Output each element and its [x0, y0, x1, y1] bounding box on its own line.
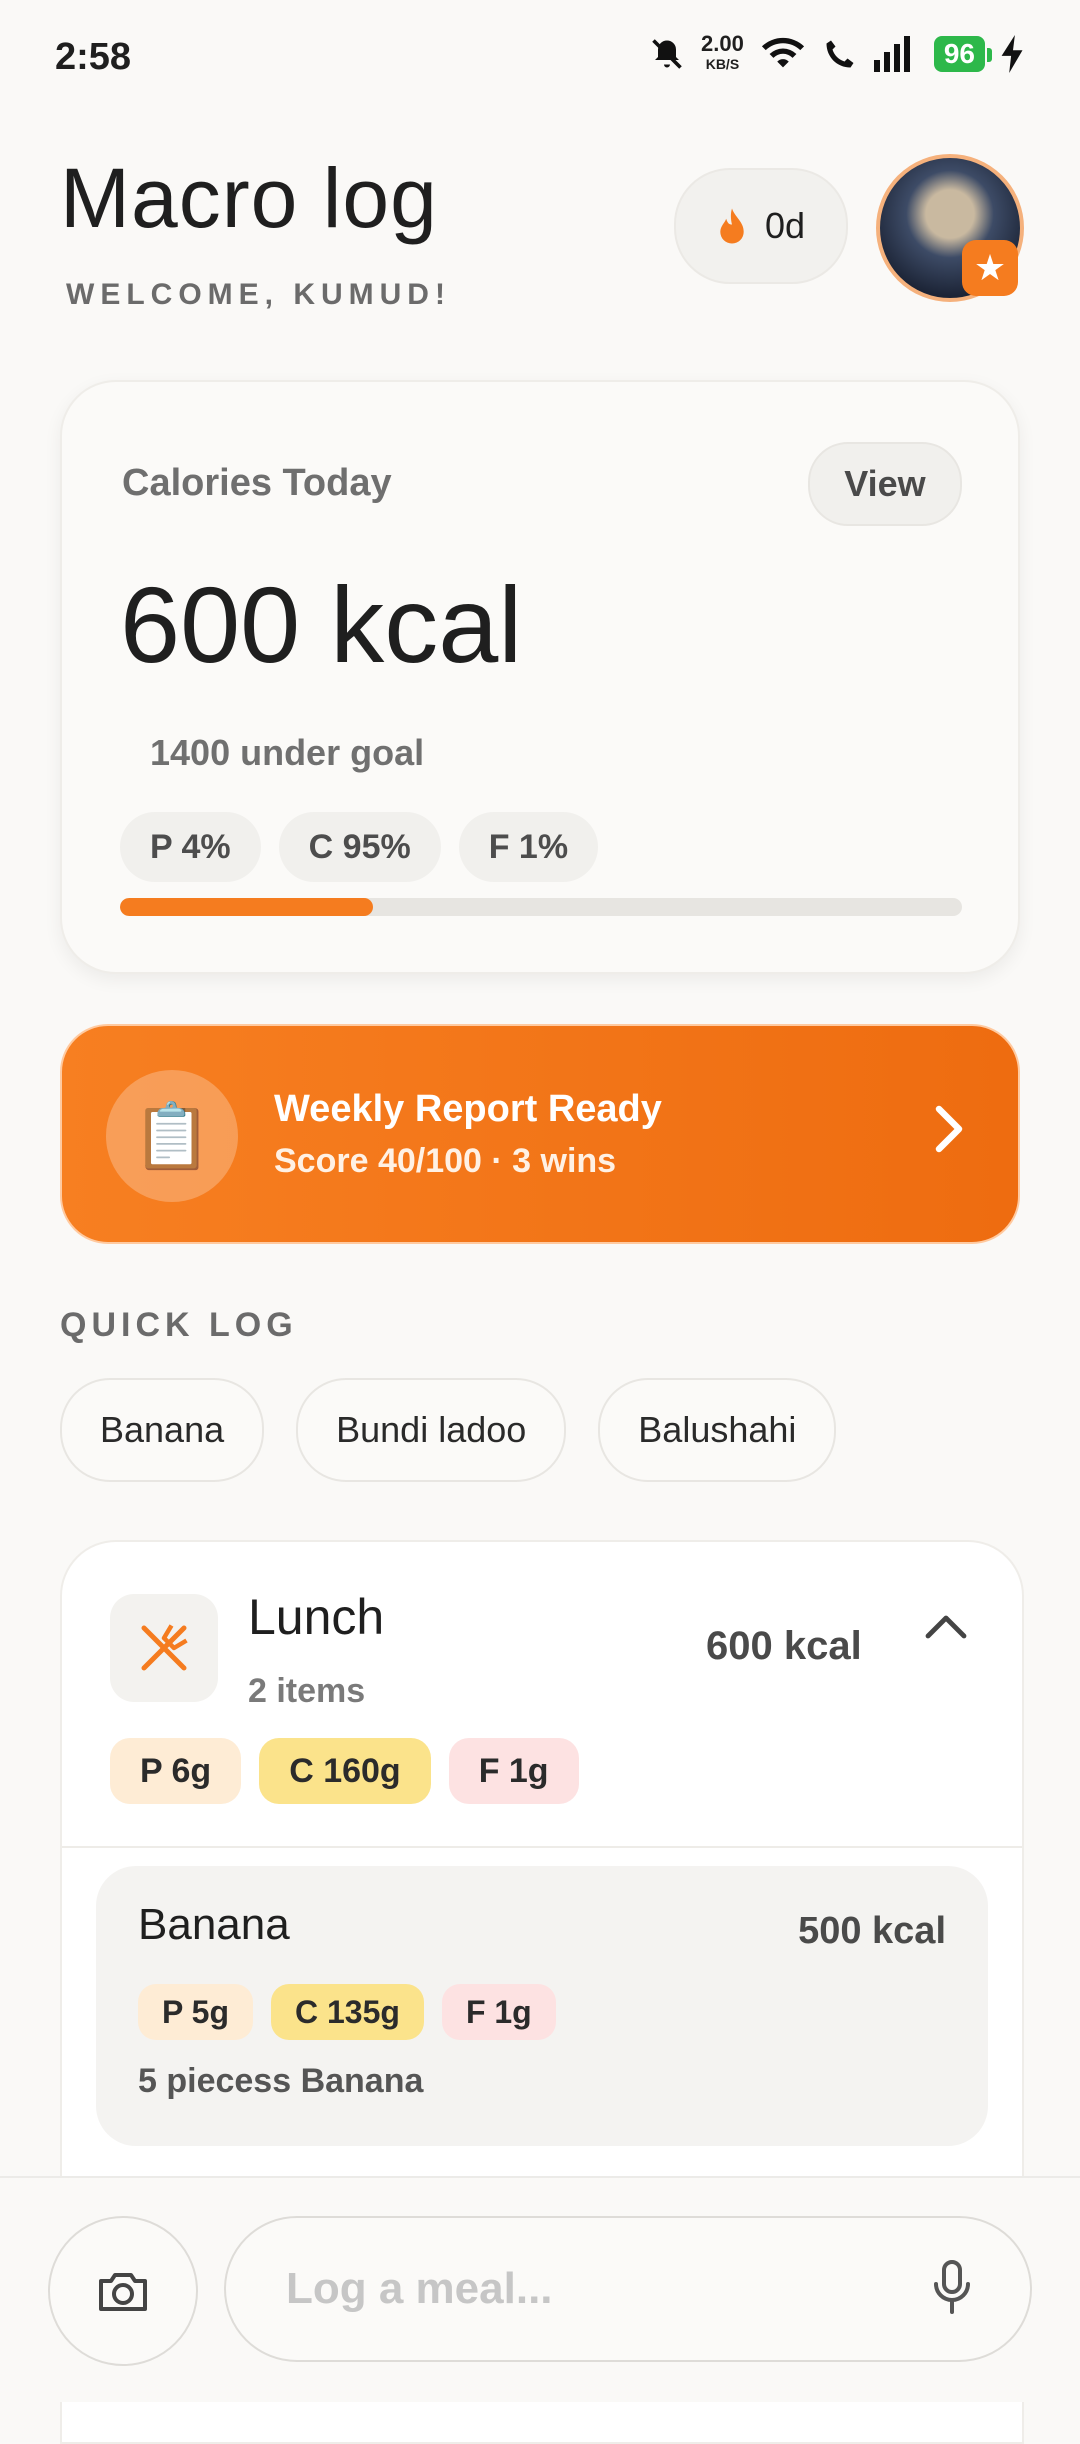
meal-title: Lunch: [248, 1589, 385, 1645]
report-subtitle: Score 40/100 · 3 wins: [274, 1142, 617, 1180]
divider: [62, 1846, 1022, 1848]
camera-icon: [99, 2273, 147, 2311]
quick-log-chip-banana[interactable]: Banana: [60, 1378, 265, 1482]
under-goal-text: 1400 under goal: [150, 732, 425, 773]
streak-pill[interactable]: 0d: [674, 168, 848, 284]
food-entry-macro-tags: P 5g C 135g F 1g: [138, 1984, 556, 2040]
food-entry-name: Banana: [138, 1900, 290, 1949]
status-time: 2:58: [55, 36, 132, 78]
charging-icon: [1001, 35, 1023, 73]
flame-icon: [720, 208, 744, 244]
welcome-subtitle: WELCOME, KUMUD!: [66, 278, 451, 311]
chevron-right-icon: [935, 1105, 963, 1153]
food-entry-kcal: 500 kcal: [798, 1910, 946, 1952]
entry-fat-tag: F 1g: [441, 1984, 556, 2040]
meal-fat-tag: F 1g: [448, 1738, 579, 1804]
streak-count: 0d: [764, 205, 806, 246]
view-button[interactable]: View: [808, 442, 962, 526]
chevron-up-icon[interactable]: [924, 1612, 968, 1640]
carbs-percent: C 95%: [278, 812, 441, 882]
food-entry-description: 5 piecess Banana: [138, 2062, 424, 2100]
quick-log-chips: Banana Bundi ladoo Balushahi: [60, 1378, 837, 1482]
quick-log-chip-bundi-ladoo[interactable]: Bundi ladoo: [296, 1378, 567, 1482]
status-bar: 2:58 2.00 KB/S 96: [0, 0, 1080, 120]
net-speed-unit: KB/S: [705, 56, 740, 72]
wifi-call-icon: [826, 40, 854, 68]
meal-carbs-tag: C 160g: [259, 1738, 431, 1804]
page-title: Macro log: [60, 151, 438, 245]
food-entry-banana[interactable]: Banana 500 kcal P 5g C 135g F 1g 5 piece…: [96, 1866, 988, 2146]
weekly-report-banner[interactable]: 📋 Weekly Report Ready Score 40/100 · 3 w…: [60, 1024, 1020, 1244]
microphone-icon[interactable]: [932, 2258, 972, 2318]
report-title: Weekly Report Ready: [274, 1088, 662, 1130]
bottom-composer: [0, 2176, 1080, 2402]
calorie-progress-fill: [120, 898, 373, 916]
wifi-icon: [761, 37, 804, 68]
meal-item-count: 2 items: [248, 1672, 366, 1710]
quick-log-chip-balushahi[interactable]: Balushahi: [598, 1378, 837, 1482]
entry-protein-tag: P 5g: [138, 1984, 253, 2040]
net-speed: 2.00 KB/S: [701, 31, 744, 74]
calories-label: Calories Today: [122, 462, 392, 504]
quick-log-label: QUICK LOG: [60, 1306, 298, 1344]
protein-percent: P 4%: [120, 812, 261, 882]
log-meal-input[interactable]: [224, 2216, 1032, 2362]
net-speed-value: 2.00: [701, 31, 744, 56]
meal-protein-tag: P 6g: [110, 1738, 242, 1804]
camera-button[interactable]: [48, 2216, 198, 2366]
macro-percent-pills: P 4% C 95% F 1%: [120, 812, 599, 882]
signal-icon: [873, 36, 910, 72]
status-icons: 2.00 KB/S 96: [649, 31, 1025, 74]
calories-value: 600 kcal: [120, 564, 523, 685]
calories-card: Calories Today View 600 kcal 1400 under …: [60, 380, 1020, 974]
entry-carbs-tag: C 135g: [271, 1984, 424, 2040]
meal-macro-tags: P 6g C 160g F 1g: [110, 1738, 579, 1804]
meal-kcal: 600 kcal: [706, 1624, 862, 1668]
battery-indicator: 96: [933, 36, 993, 72]
clipboard-icon: 📋: [106, 1070, 238, 1202]
calorie-progress-bar: [120, 898, 962, 916]
fat-percent: F 1%: [458, 812, 599, 882]
fork-knife-icon: [110, 1594, 218, 1702]
mute-bell-icon: [652, 39, 682, 69]
star-badge-icon: ★: [962, 240, 1018, 296]
